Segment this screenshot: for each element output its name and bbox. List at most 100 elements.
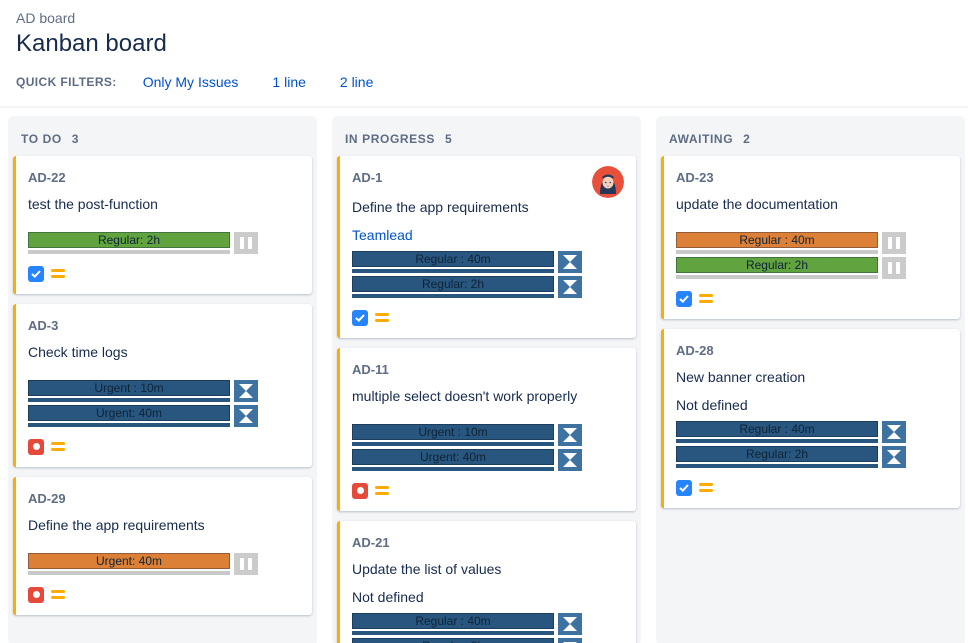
page-title: Kanban board <box>16 30 952 58</box>
time-bar-row: Regular: 2h <box>28 232 300 254</box>
quick-filters: QUICK FILTERS: Only My Issues 1 line 2 l… <box>16 74 952 106</box>
time-track <box>352 467 554 471</box>
medium-priority-icon <box>699 483 713 492</box>
hourglass-icon <box>558 276 582 298</box>
issue-key[interactable]: AD-21 <box>352 535 390 550</box>
time-track <box>676 250 878 254</box>
task-icon <box>676 480 692 496</box>
board-header: AD board Kanban board QUICK FILTERS: Onl… <box>0 0 968 108</box>
time-bar-row: Urgent: 40m <box>28 553 300 575</box>
card-ad-29[interactable]: AD-29 Define the app requirements Urgent… <box>13 477 312 615</box>
time-bar-row: Regular : 40m <box>676 232 948 254</box>
medium-priority-icon <box>51 590 65 599</box>
time-progress-bar: Regular: 2h <box>28 232 230 248</box>
time-progress-bar: Regular : 40m <box>352 613 554 629</box>
time-bar-row: Urgent: 40m <box>352 449 624 471</box>
issue-key[interactable]: AD-23 <box>676 170 714 185</box>
filter-only-my-issues[interactable]: Only My Issues <box>143 74 239 90</box>
card-ad-23[interactable]: AD-23 update the documentation Regular :… <box>661 156 960 319</box>
task-icon <box>28 266 44 282</box>
issue-summary: Check time logs <box>28 343 300 362</box>
time-bar-row: Regular: 2h <box>676 257 948 279</box>
assignee-avatar <box>592 166 624 198</box>
task-icon <box>352 310 368 326</box>
breadcrumb[interactable]: AD board <box>16 10 952 26</box>
column-in-progress: IN PROGRESS 5 AD-1 Defin <box>332 116 641 643</box>
card-ad-28[interactable]: AD-28 New banner creation Not defined Re… <box>661 329 960 508</box>
column-name: IN PROGRESS <box>345 132 435 146</box>
hourglass-icon <box>558 613 582 635</box>
hourglass-icon <box>558 449 582 471</box>
issue-summary: Define the app requirements <box>28 516 300 535</box>
time-track <box>676 464 878 468</box>
column-name: AWAITING <box>669 132 733 146</box>
epic-label: Not defined <box>676 397 948 413</box>
medium-priority-icon <box>375 313 389 322</box>
time-progress-bar: Urgent: 40m <box>352 449 554 465</box>
time-progress-bar: Regular : 40m <box>676 232 878 248</box>
time-bar-row: Urgent: 40m <box>28 405 300 427</box>
time-bar-row: Urgent : 10m <box>352 424 624 446</box>
epic-link[interactable]: Teamlead <box>352 227 624 243</box>
time-progress-bar: Urgent : 10m <box>28 380 230 396</box>
medium-priority-icon <box>51 269 65 278</box>
card-ad-21[interactable]: AD-21 Update the list of values Not defi… <box>337 521 636 643</box>
pause-icon <box>234 553 258 575</box>
hourglass-icon <box>234 405 258 427</box>
time-bar-row: Regular : 40m <box>352 613 624 635</box>
hourglass-icon <box>234 380 258 402</box>
time-track <box>352 269 554 273</box>
time-track <box>676 439 878 443</box>
medium-priority-icon <box>51 442 65 451</box>
issue-key[interactable]: AD-1 <box>352 170 382 185</box>
column-todo: TO DO 3 AD-22 test the post-function Reg… <box>8 116 317 643</box>
time-progress-bar: Urgent: 40m <box>28 553 230 569</box>
time-progress-bar: Regular : 40m <box>676 421 878 437</box>
time-track <box>28 398 230 402</box>
issue-summary: Update the list of values <box>352 560 624 579</box>
hourglass-icon <box>882 446 906 468</box>
hourglass-icon <box>558 251 582 273</box>
time-bar-row: Regular : 40m <box>352 251 624 273</box>
time-bar-row: Regular: 2h <box>352 276 624 298</box>
hourglass-icon <box>882 421 906 443</box>
time-progress-bar: Urgent: 40m <box>28 405 230 421</box>
time-progress-bar: Urgent : 10m <box>352 424 554 440</box>
time-bar-row: Regular : 40m <box>676 421 948 443</box>
issue-key[interactable]: AD-11 <box>352 362 389 377</box>
issue-summary: test the post-function <box>28 195 300 214</box>
card-ad-1[interactable]: AD-1 Define the app requirements Teamlea… <box>337 156 636 338</box>
column-count: 2 <box>743 132 750 146</box>
issue-key[interactable]: AD-28 <box>676 343 714 358</box>
filter-2-line[interactable]: 2 line <box>340 74 373 90</box>
card-ad-3[interactable]: AD-3 Check time logs Urgent : 10m Urgent… <box>13 304 312 467</box>
time-progress-bar: Regular: 2h <box>352 638 554 643</box>
time-track <box>28 250 230 254</box>
hourglass-icon <box>558 638 582 643</box>
issue-summary: update the documentation <box>676 195 948 214</box>
time-track <box>28 423 230 427</box>
column-header: IN PROGRESS 5 <box>337 116 636 156</box>
task-icon <box>676 291 692 307</box>
time-progress-bar: Regular: 2h <box>352 276 554 292</box>
issue-key[interactable]: AD-29 <box>28 491 66 506</box>
column-header: TO DO 3 <box>13 116 312 156</box>
time-bar-row: Regular: 2h <box>352 638 624 643</box>
time-progress-bar: Regular: 2h <box>676 446 878 462</box>
time-bar-row: Urgent : 10m <box>28 380 300 402</box>
time-progress-bar: Regular : 40m <box>352 251 554 267</box>
bug-icon <box>28 439 44 455</box>
bug-icon <box>352 483 368 499</box>
filter-1-line[interactable]: 1 line <box>272 74 305 90</box>
issue-summary: New banner creation <box>676 368 948 387</box>
medium-priority-icon <box>375 486 389 495</box>
card-ad-22[interactable]: AD-22 test the post-function Regular: 2h <box>13 156 312 294</box>
card-ad-11[interactable]: AD-11 multiple select doesn't work prope… <box>337 348 636 511</box>
quick-filters-label: QUICK FILTERS: <box>16 75 117 89</box>
issue-key[interactable]: AD-3 <box>28 318 58 333</box>
column-count: 5 <box>445 132 452 146</box>
medium-priority-icon <box>699 294 713 303</box>
issue-key[interactable]: AD-22 <box>28 170 66 185</box>
bug-icon <box>28 587 44 603</box>
time-track <box>352 631 554 635</box>
